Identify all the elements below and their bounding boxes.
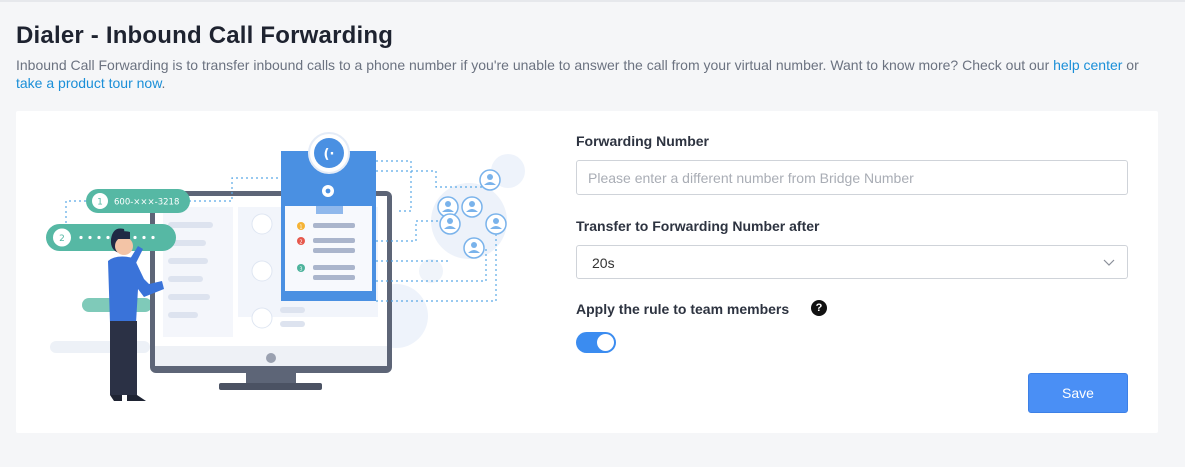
- help-center-link[interactable]: help center: [1053, 57, 1122, 73]
- page-description: Inbound Call Forwarding is to transfer i…: [16, 56, 1166, 92]
- toggle-knob: [597, 334, 614, 351]
- number-1-index: 1: [97, 198, 103, 208]
- description-text-suffix: .: [161, 75, 166, 91]
- transfer-after-value: 20s: [592, 255, 615, 271]
- settings-card: 1 2 3 (· 1 600-×××-3218 2 Forwarding Num…: [16, 111, 1158, 433]
- help-icon[interactable]: ?: [811, 300, 827, 316]
- gear-icon: [322, 185, 334, 197]
- forwarding-number-input[interactable]: [576, 160, 1128, 195]
- step-2-label: 2: [299, 240, 302, 246]
- forwarding-number-label: Forwarding Number: [576, 133, 710, 149]
- forwarding-form: Forwarding Number Transfer to Forwarding…: [576, 111, 1136, 433]
- phone-icon: (·: [308, 132, 350, 174]
- transfer-after-label: Transfer to Forwarding Number after: [576, 218, 820, 234]
- number-1-text: 600-×××-3218: [114, 198, 179, 208]
- product-tour-link[interactable]: take a product tour now: [16, 75, 162, 91]
- top-border: [0, 0, 1185, 2]
- transfer-after-select[interactable]: 20s: [576, 245, 1128, 279]
- apply-rule-toggle[interactable]: [576, 332, 616, 353]
- page-title: Dialer - Inbound Call Forwarding: [16, 22, 394, 49]
- step-3-label: 3: [299, 267, 302, 273]
- svg-text:(·: (·: [324, 147, 335, 162]
- chevron-down-icon: [1103, 259, 1115, 266]
- description-text: Inbound Call Forwarding is to transfer i…: [16, 57, 1054, 73]
- number-2-index: 2: [59, 234, 65, 244]
- apply-rule-label: Apply the rule to team members: [576, 301, 790, 317]
- step-1-label: 1: [299, 225, 302, 231]
- number-pill-1: 1 600-×××-3218: [86, 189, 190, 213]
- save-button[interactable]: Save: [1028, 373, 1128, 413]
- description-text-middle: or: [1122, 57, 1139, 73]
- number-pill-2: 2: [46, 224, 176, 251]
- call-forwarding-illustration: 1 2 3 (· 1 600-×××-3218 2: [46, 132, 525, 401]
- decor-circle: [419, 259, 443, 283]
